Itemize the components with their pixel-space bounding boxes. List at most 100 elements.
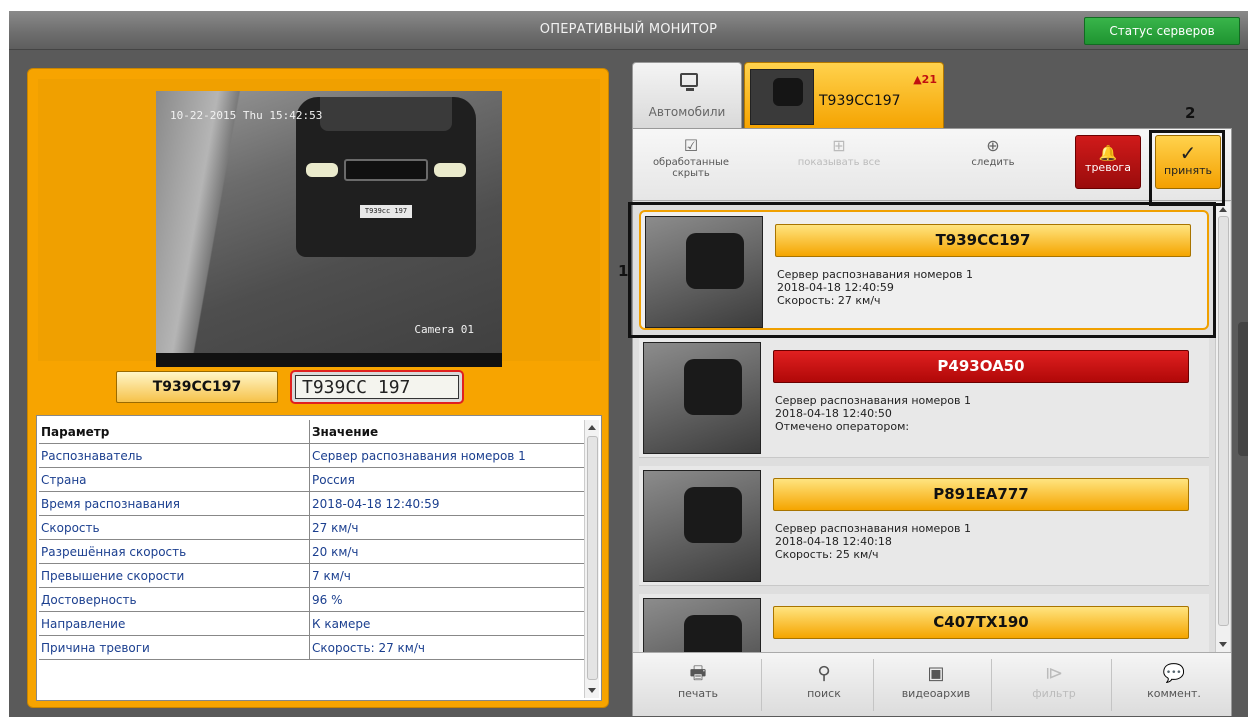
title-bar: ОПЕРАТИВНЫЙ МОНИТОР Статус серверов bbox=[9, 11, 1248, 50]
param-name: Время распознавания bbox=[39, 492, 310, 516]
scroll-down-icon[interactable] bbox=[588, 688, 596, 693]
alarm-label: тревога bbox=[1085, 161, 1131, 174]
archive-icon: ▣ bbox=[927, 663, 945, 684]
param-value: 2018-04-18 12:40:59 bbox=[310, 492, 585, 516]
event-server: Сервер распознавания номеров 1 bbox=[777, 268, 973, 281]
event-server: Сервер распознавания номеров 1 bbox=[775, 522, 971, 535]
callout-accept-frame bbox=[1149, 130, 1225, 206]
tab-cars[interactable]: Автомобили bbox=[632, 62, 742, 128]
tab-cars-label: Автомобили bbox=[648, 105, 726, 119]
param-name: Превышение скорости bbox=[39, 564, 310, 588]
plate-crop-image: T939CC 197 bbox=[290, 370, 464, 404]
event-thumbnail bbox=[643, 470, 761, 582]
event-plate: P493OA50 bbox=[773, 350, 1189, 383]
event-info: Сервер распознавания номеров 1 2018-04-1… bbox=[775, 394, 971, 433]
events-list: T939CC197 Сервер распознавания номеров 1… bbox=[633, 202, 1215, 652]
param-name: Скорость bbox=[39, 516, 310, 540]
scroll-up-icon[interactable] bbox=[588, 425, 596, 430]
video-archive-button[interactable]: ▣ видеоархив bbox=[881, 661, 991, 711]
show-all-button[interactable]: ⊞ показывать все bbox=[789, 135, 889, 195]
param-value: 20 км/ч bbox=[310, 540, 585, 564]
param-value: 96 % bbox=[310, 588, 585, 612]
table-row[interactable]: Направление К камере bbox=[37, 612, 585, 636]
events-toolbar: ☑ обработанные скрыть ⊞ показывать все ⊕… bbox=[633, 129, 1231, 201]
camera-name: Camera 01 bbox=[414, 323, 474, 336]
hide-processed-label: обработанные скрыть bbox=[652, 157, 730, 179]
table-row[interactable]: Превышение скорости 7 км/ч bbox=[37, 564, 585, 588]
print-button[interactable]: 🖶 печать bbox=[643, 661, 753, 711]
param-name: Причина тревоги bbox=[39, 636, 310, 660]
camera-timestamp: 10-22-2015 Thu 15:42:53 bbox=[170, 109, 323, 122]
hide-processed-button[interactable]: ☑ обработанные скрыть bbox=[641, 135, 741, 195]
checklist-icon: ☑ bbox=[683, 136, 699, 155]
comment-button[interactable]: 💬 коммент. bbox=[1119, 661, 1229, 711]
events-scrollbar[interactable] bbox=[1215, 202, 1230, 652]
tab-camera-event[interactable]: T939CC197 ▲21 bbox=[744, 62, 944, 130]
parameters-table: Параметр Значение Распознаватель Сервер р… bbox=[36, 415, 602, 701]
camera-info-strip bbox=[156, 353, 502, 367]
event-info: Сервер распознавания номеров 1 2018-04-1… bbox=[775, 522, 971, 561]
headlight-right bbox=[434, 163, 466, 177]
event-plate: T939CC197 bbox=[775, 224, 1191, 257]
separator bbox=[991, 659, 992, 711]
search-icon: ⚲ bbox=[817, 663, 831, 684]
table-row[interactable]: Страна Россия bbox=[37, 468, 585, 492]
follow-button[interactable]: ⊕ следить bbox=[943, 135, 1043, 195]
comment-icon: 💬 bbox=[1162, 663, 1186, 684]
archive-label: видеоархив bbox=[901, 687, 971, 700]
table-row[interactable]: Достоверность 96 % bbox=[37, 588, 585, 612]
printer-icon: 🖶 bbox=[689, 663, 707, 684]
param-value: Россия bbox=[310, 468, 585, 492]
scroll-thumb[interactable] bbox=[587, 436, 598, 680]
car-windshield bbox=[320, 97, 452, 131]
bell-icon: 🔔 bbox=[1098, 144, 1118, 162]
video-area: T939cc 197 10-22-2015 Thu 15:42:53 Camer… bbox=[38, 79, 600, 367]
car-image: T939cc 197 bbox=[296, 97, 476, 257]
event-thumbnail bbox=[643, 342, 761, 454]
param-value: 27 км/ч bbox=[310, 516, 585, 540]
list-item[interactable]: P891EA777 Сервер распознавания номеров 1… bbox=[639, 466, 1209, 586]
list-item[interactable]: T939CC197 Сервер распознавания номеров 1… bbox=[639, 210, 1209, 330]
print-label: печать bbox=[677, 687, 719, 700]
bottom-toolbar: 🖶 печать ⚲ поиск ▣ видеоархив ⧐ фильтр 💬… bbox=[633, 652, 1231, 716]
table-row[interactable]: Распознаватель Сервер распознавания номер… bbox=[37, 444, 585, 468]
event-time: 2018-04-18 12:40:59 bbox=[777, 281, 894, 294]
event-detail: Скорость: 27 км/ч bbox=[777, 294, 881, 307]
alarm-count-badge: ▲21 bbox=[913, 73, 937, 86]
window-edge-scrollbar[interactable] bbox=[1238, 322, 1248, 456]
column-header-parameter: Параметр bbox=[39, 420, 310, 444]
list-item[interactable]: P493OA50 Сервер распознавания номеров 1 … bbox=[639, 338, 1209, 458]
window-title: ОПЕРАТИВНЫЙ МОНИТОР bbox=[539, 22, 718, 37]
param-value: Сервер распознавания номеров 1 bbox=[310, 444, 585, 468]
table-row[interactable]: Скорость 27 км/ч bbox=[37, 516, 585, 540]
road-curb bbox=[156, 91, 246, 367]
recognized-plate-button[interactable]: T939CC197 bbox=[116, 371, 278, 403]
camera-frame[interactable]: T939cc 197 10-22-2015 Thu 15:42:53 Camer… bbox=[156, 91, 502, 367]
events-panel: ☑ обработанные скрыть ⊞ показывать все ⊕… bbox=[632, 128, 1232, 716]
plate-crop-text: T939CC 197 bbox=[295, 375, 459, 399]
list-item[interactable]: C407TX190 bbox=[639, 594, 1209, 652]
server-status-button[interactable]: Статус серверов bbox=[1084, 17, 1240, 45]
scroll-down-icon[interactable] bbox=[1219, 642, 1227, 647]
tab-plate-number: T939CC197 bbox=[819, 93, 901, 109]
table-row[interactable]: Разрешённая скорость 20 км/ч bbox=[37, 540, 585, 564]
car-plate: T939cc 197 bbox=[360, 205, 412, 218]
follow-label: следить bbox=[971, 157, 1015, 168]
param-value: Скорость: 27 км/ч bbox=[310, 636, 585, 660]
scroll-up-icon[interactable] bbox=[1219, 207, 1227, 212]
alarm-button[interactable]: 🔔 тревога bbox=[1075, 135, 1141, 189]
table-row[interactable]: Время распознавания 2018-04-18 12:40:59 bbox=[37, 492, 585, 516]
table-row[interactable]: Причина тревоги Скорость: 27 км/ч bbox=[37, 636, 585, 660]
column-header-value: Значение bbox=[310, 420, 585, 444]
event-detail: Отмечено оператором: bbox=[775, 420, 910, 433]
param-value: К камере bbox=[310, 612, 585, 636]
table-scrollbar[interactable] bbox=[584, 420, 599, 698]
event-time: 2018-04-18 12:40:50 bbox=[775, 407, 892, 420]
scroll-thumb[interactable] bbox=[1218, 216, 1229, 626]
monitor-icon bbox=[680, 73, 698, 91]
headlight-left bbox=[306, 163, 338, 177]
filter-button[interactable]: ⧐ фильтр bbox=[999, 661, 1109, 711]
param-name: Разрешённая скорость bbox=[39, 540, 310, 564]
search-button[interactable]: ⚲ поиск bbox=[769, 661, 879, 711]
filter-label: фильтр bbox=[1032, 687, 1076, 700]
